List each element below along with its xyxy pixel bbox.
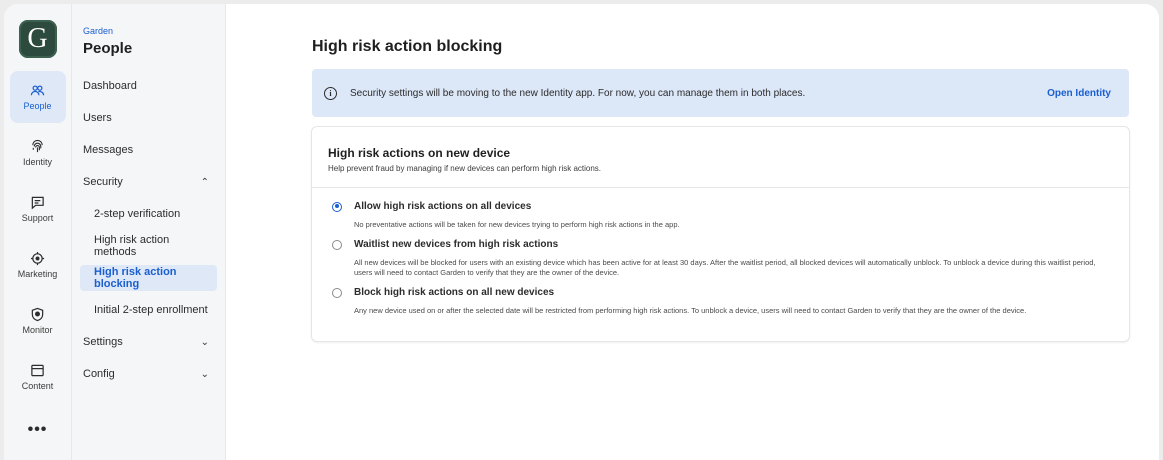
more-icon[interactable]: ••• bbox=[28, 421, 48, 439]
card-header: High risk actions on new device Help pre… bbox=[312, 127, 1129, 188]
nav-item-initial-2-step-enrollment[interactable]: Initial 2-step enrollment bbox=[80, 297, 217, 323]
window-icon bbox=[31, 364, 44, 377]
radio-group: Allow high risk actions on all devices N… bbox=[312, 188, 1129, 317]
nav-item-config[interactable]: Config ⌄ bbox=[80, 361, 217, 387]
chevron-up-icon: ⌃ bbox=[200, 176, 209, 188]
banner-text: Security settings will be moving to the … bbox=[350, 87, 806, 99]
nav-item-messages[interactable]: Messages bbox=[80, 137, 217, 163]
radio-waitlist[interactable] bbox=[332, 239, 342, 250]
shield-icon bbox=[31, 307, 44, 322]
nav-item-security[interactable]: Security ⌃ bbox=[80, 169, 217, 195]
radio-block[interactable] bbox=[332, 287, 342, 298]
option-description: Any new device used on or after the sele… bbox=[354, 306, 1027, 316]
nav-item-label: Users bbox=[83, 112, 112, 124]
rail-item-support[interactable]: Support bbox=[10, 183, 66, 235]
nav-item-label: 2-step verification bbox=[94, 208, 181, 220]
nav-item-settings[interactable]: Settings ⌄ bbox=[80, 329, 217, 355]
option-waitlist: Waitlist new devices from high risk acti… bbox=[332, 239, 1109, 278]
card-subtitle: Help prevent fraud by managing if new de… bbox=[328, 164, 602, 173]
rail-item-label: Support bbox=[21, 213, 54, 223]
option-label[interactable]: Allow high risk actions on all devices bbox=[354, 201, 531, 212]
option-description: No preventative actions will be taken fo… bbox=[354, 220, 680, 229]
nav-item-label: Settings bbox=[83, 336, 123, 348]
chevron-down-icon: ⌄ bbox=[200, 368, 209, 380]
chat-icon bbox=[31, 196, 44, 210]
nav-item-label: Initial 2-step enrollment bbox=[94, 304, 208, 316]
rail-item-people[interactable]: People bbox=[9, 71, 66, 123]
rail-item-identity[interactable]: Identity bbox=[10, 127, 66, 179]
app-window: G People Identity Support Marketing Moni… bbox=[4, 4, 1159, 460]
rail-item-label: Marketing bbox=[17, 269, 58, 279]
people-icon bbox=[30, 85, 45, 96]
garden-logo[interactable]: G bbox=[18, 20, 57, 58]
chevron-down-icon: ⌄ bbox=[200, 336, 209, 348]
nav-item-high-risk-action-methods[interactable]: High risk action methods bbox=[80, 233, 217, 259]
rail-item-label: Identity bbox=[22, 157, 53, 167]
nav-item-label: High risk action methods bbox=[94, 234, 170, 258]
option-label[interactable]: Block high risk actions on all new devic… bbox=[354, 287, 554, 298]
nav-item-label: Config bbox=[83, 368, 115, 380]
secondary-nav: Garden People Dashboard Users Messages S… bbox=[72, 4, 226, 460]
nav-item-users[interactable]: Users bbox=[80, 105, 217, 131]
page-title: High risk action blocking bbox=[312, 38, 503, 55]
rail-item-content[interactable]: Content bbox=[10, 351, 66, 403]
nav-item-label: Dashboard bbox=[83, 80, 137, 92]
app-rail: G People Identity Support Marketing Moni… bbox=[4, 4, 72, 460]
nav-item-label: High risk action blocking bbox=[94, 266, 177, 290]
radio-allow[interactable] bbox=[332, 201, 342, 212]
nav-item-label: Messages bbox=[83, 144, 134, 156]
open-identity-link[interactable]: Open Identity bbox=[1047, 88, 1111, 99]
option-allow: Allow high risk actions on all devices N… bbox=[332, 201, 1109, 230]
org-name: Garden bbox=[83, 26, 114, 36]
rail-item-marketing[interactable]: Marketing bbox=[10, 239, 66, 291]
settings-card: High risk actions on new device Help pre… bbox=[312, 127, 1129, 341]
option-label[interactable]: Waitlist new devices from high risk acti… bbox=[354, 239, 558, 250]
main-content: High risk action blocking i Security set… bbox=[226, 4, 1159, 460]
option-description: All new devices will be blocked for user… bbox=[354, 258, 1096, 278]
nav-item-label: Security bbox=[83, 176, 123, 188]
rail-item-monitor[interactable]: Monitor bbox=[10, 295, 66, 347]
nav-item-dashboard[interactable]: Dashboard bbox=[80, 73, 217, 99]
fingerprint-icon bbox=[32, 139, 43, 153]
rail-item-label: People bbox=[23, 101, 52, 111]
nav-title: People bbox=[83, 40, 133, 57]
rail-item-label: Monitor bbox=[22, 325, 53, 335]
target-icon bbox=[30, 251, 45, 266]
nav-item-2-step-verification[interactable]: 2-step verification bbox=[80, 201, 217, 227]
rail-item-label: Content bbox=[21, 381, 54, 391]
card-title: High risk actions on new device bbox=[328, 146, 511, 160]
nav-item-high-risk-action-blocking[interactable]: High risk action blocking bbox=[80, 265, 217, 291]
info-icon: i bbox=[324, 86, 337, 100]
option-block: Block high risk actions on all new devic… bbox=[332, 287, 1109, 316]
info-banner: i Security settings will be moving to th… bbox=[312, 69, 1129, 117]
